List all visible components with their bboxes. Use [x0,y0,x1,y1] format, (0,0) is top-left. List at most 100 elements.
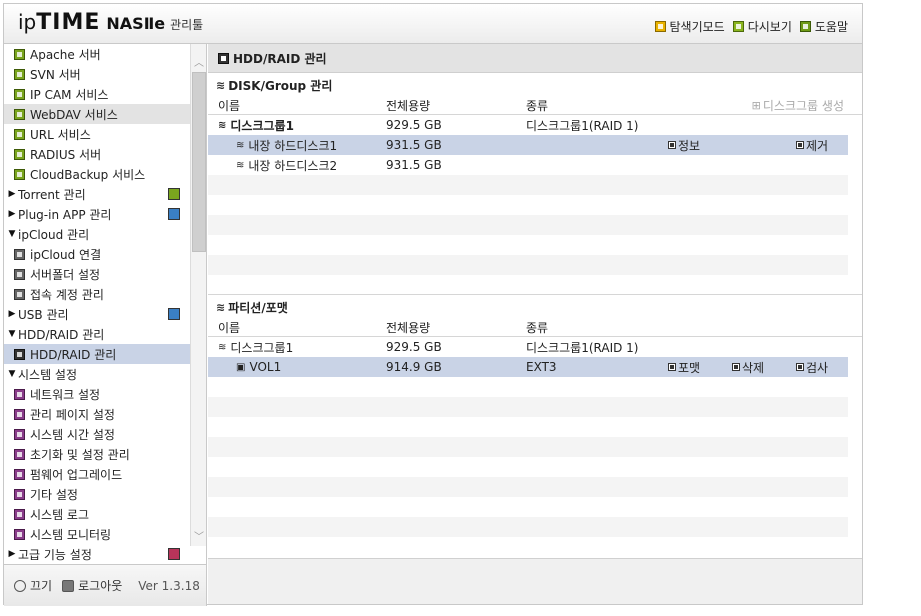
row-action-button[interactable]: 삭제 [732,357,764,377]
sidebar-item[interactable]: 기타 설정 [4,484,190,504]
expanded-arrow-icon: ▼ [8,369,16,379]
sidebar-item-label: RADIUS 서버 [30,147,102,162]
table-row[interactable]: ≋ 디스크그룹1 929.5 GB 디스크그룹1(RAID 1) [208,115,848,135]
disk-icon: ≋ [236,159,245,171]
empty-table-row [208,195,848,215]
table-row[interactable]: ≋ 디스크그룹1 929.5 GB 디스크그룹1(RAID 1) [208,337,848,357]
create-disk-group-button[interactable]: ⊞ 디스크그룹 생성 [752,96,844,114]
sidebar-item[interactable]: RADIUS 서버 [4,144,190,164]
empty-table-row [208,175,848,195]
sidebar-item[interactable]: ipCloud 연결 [4,244,190,264]
table-row[interactable]: ▣ VOL1 914.9 GB EXT3 포맷 삭제 검사 [208,357,848,377]
version-text: Ver 1.3.18 [138,578,200,593]
menu-item-icon [14,88,25,100]
empty-table-row [208,397,848,417]
empty-table-row [208,537,848,557]
empty-table-row [208,215,848,235]
help-link[interactable]: 도움말 [799,18,848,35]
sidebar-item-label: 관리 페이지 설정 [30,407,115,422]
sidebar-item[interactable]: 관리 페이지 설정 [4,404,190,424]
sidebar-item[interactable]: ▶ Plug-in APP 관리 [4,204,190,224]
sidebar-item[interactable]: ▶ Torrent 관리 [4,184,190,204]
page-title-bar: HDD/RAID 관리 [208,44,862,73]
row-action-button[interactable]: 포맷 [668,357,700,377]
sidebar-scroll-thumb[interactable] [192,72,206,252]
sidebar-item-label: Plug-in APP 관리 [18,207,112,222]
menu-item-icon [14,448,25,460]
sidebar-item[interactable]: 접속 계정 관리 [4,284,190,304]
menu-item-icon [14,68,25,80]
sidebar-item[interactable]: Apache 서버 [4,44,190,64]
row-size-cell: 929.5 GB [386,118,442,132]
empty-table-row [208,417,848,437]
disk-col-kind: 종류 [526,98,549,113]
row-action-label: 포맷 [678,360,701,375]
empty-table-row [208,477,848,497]
iptime-logo: ip TIME NASⅡe 관리툴 [18,10,203,38]
sidebar-item-label: 시스템 로그 [30,507,90,522]
sidebar-scrollbar[interactable]: ︿ ﹀ [190,44,206,546]
sidebar-item[interactable]: URL 서비스 [4,124,190,144]
sidebar-item[interactable]: IP CAM 서비스 [4,84,190,104]
sidebar-item[interactable]: ▼ ipCloud 관리 [4,224,190,244]
sidebar-item[interactable]: WebDAV 서비스 [4,104,190,124]
sidebar-item-label: 고급 기능 설정 [18,547,92,562]
menu-item-icon [14,528,25,540]
app-window: ip TIME NASⅡe 관리툴 탐색기모드 다시보기 도움말 Apache … [3,3,863,606]
sidebar-item[interactable]: 시스템 시간 설정 [4,424,190,444]
explorer-mode-label: 탐색기모드 [669,20,725,34]
row-kind-cell: 디스크그룹1(RAID 1) [526,340,639,355]
volume-icon: ▣ [236,361,246,373]
explorer-icon [654,21,666,32]
scroll-up-icon[interactable]: ︿ [193,58,205,70]
disk-icon: ≋ [218,119,227,131]
sidebar-item[interactable]: CloudBackup 서비스 [4,164,190,184]
explorer-mode-link[interactable]: 탐색기모드 [654,18,725,35]
logout-button[interactable]: 로그아웃 [62,577,122,594]
empty-table-row [208,255,848,275]
sidebar-item[interactable]: ▼ HDD/RAID 관리 [4,324,190,344]
scroll-down-icon[interactable]: ﹀ [193,532,205,544]
row-name-text: VOL1 [249,360,282,374]
partition-section-title-text: 파티션/포맷 [228,300,288,315]
row-name-text: 내장 하드디스크2 [248,158,338,173]
sidebar-item[interactable]: 네트워크 설정 [4,384,190,404]
power-off-button[interactable]: 끄기 [14,577,52,594]
sidebar-item[interactable]: ▶ 고급 기능 설정 [4,544,190,564]
row-size-cell: 931.5 GB [386,158,442,172]
refresh-link[interactable]: 다시보기 [732,18,792,35]
sidebar-item[interactable]: ▼ 시스템 설정 [4,364,190,384]
sidebar-item-label: 시스템 시간 설정 [30,427,115,442]
sidebar-item-label: Apache 서버 [30,47,101,62]
collapsed-arrow-icon: ▶ [8,189,16,199]
sidebar-item[interactable]: 초기화 및 설정 관리 [4,444,190,464]
menu-item-icon [14,128,25,140]
row-action-label: 제거 [806,138,829,153]
sidebar-item[interactable]: 펌웨어 업그레이드 [4,464,190,484]
part-col-size: 전체용량 [386,320,431,335]
table-row[interactable]: ≋ 내장 하드디스크1 931.5 GB 정보 제거 [208,135,848,155]
row-name-cell: ≋ 디스크그룹1 [218,115,294,135]
disk-col-name: 이름 [218,98,241,113]
sidebar-item[interactable]: HDD/RAID 관리 [4,344,190,364]
sidebar-item[interactable]: ▶ USB 관리 [4,304,190,324]
row-action-label: 정보 [678,138,701,153]
sidebar-item[interactable]: SVN 서버 [4,64,190,84]
sidebar-item-label: HDD/RAID 관리 [30,347,117,362]
sidebar-item[interactable]: 서버폴더 설정 [4,264,190,284]
sidebar-item[interactable]: 시스템 로그 [4,504,190,524]
logo-time: TIME [36,10,101,35]
menu-item-icon [14,388,25,400]
help-label: 도움말 [814,20,848,34]
sidebar-item-label: 시스템 모니터링 [30,527,112,542]
row-action-button[interactable]: 제거 [796,135,828,155]
sidebar-item[interactable]: 시스템 모니터링 [4,524,190,544]
header: ip TIME NASⅡe 관리툴 탐색기모드 다시보기 도움말 [4,4,862,44]
table-row[interactable]: ≋ 내장 하드디스크2 931.5 GB [208,155,848,175]
row-name-text: 디스크그룹1 [230,118,294,133]
action-icon [732,363,740,371]
row-action-button[interactable]: 검사 [796,357,828,377]
action-icon [668,141,676,149]
menu-item-icon [14,248,25,260]
row-action-button[interactable]: 정보 [668,135,700,155]
